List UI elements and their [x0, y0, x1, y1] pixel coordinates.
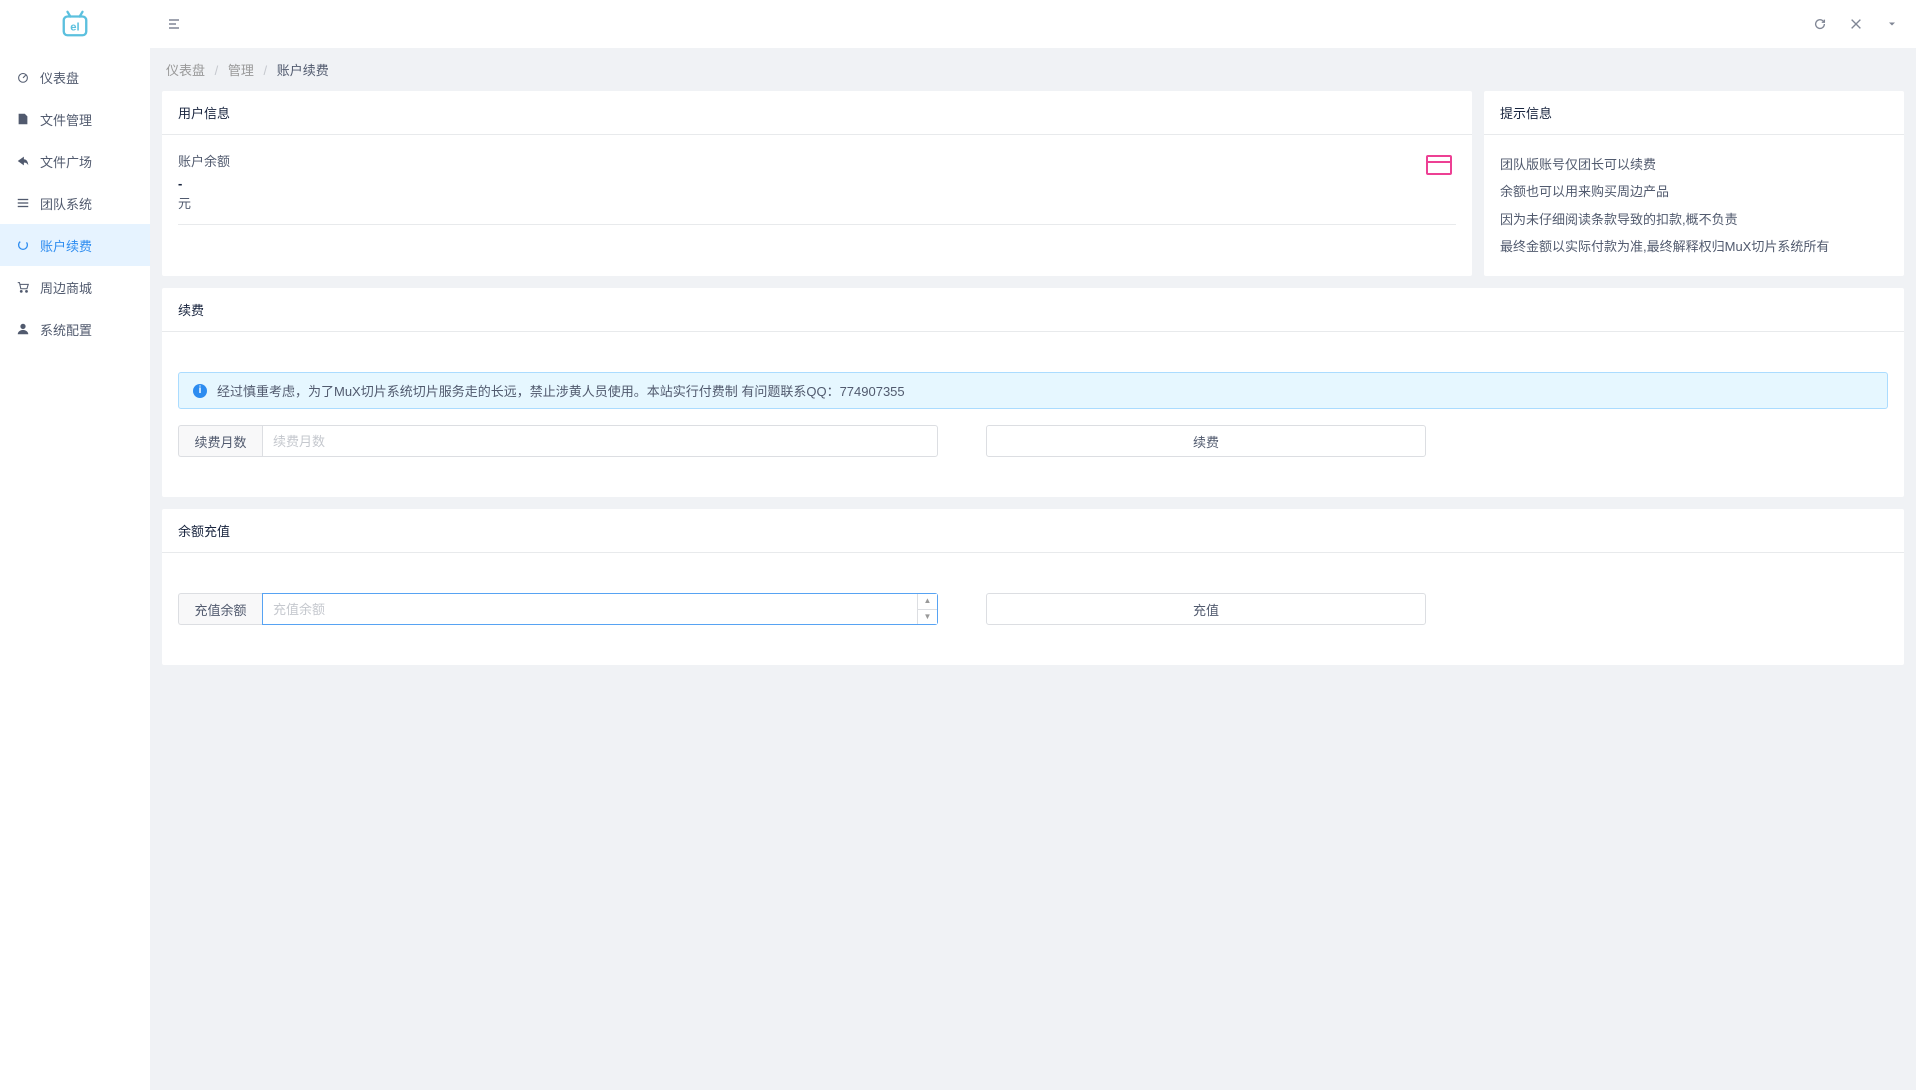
info-alert: i 经过慎重考虑，为了MuX切片系统切片服务走的长远，禁止涉黄人员使用。本站实行… — [178, 372, 1888, 409]
header — [150, 0, 1916, 48]
recharge-input-label: 充值余额 — [178, 593, 262, 625]
card-title: 提示信息 — [1484, 91, 1904, 135]
info-icon: i — [193, 384, 207, 398]
sidebar-item-settings[interactable]: 系统配置 — [0, 308, 150, 350]
card-title: 用户信息 — [162, 91, 1472, 135]
sidebar-item-files[interactable]: 文件管理 — [0, 98, 150, 140]
renew-months-input[interactable] — [262, 425, 938, 457]
sidebar-item-label: 系统配置 — [40, 320, 92, 339]
balance-value: - — [178, 176, 230, 191]
card-title: 续费 — [162, 288, 1904, 332]
refresh-button[interactable] — [1812, 16, 1828, 32]
stepper-up-button[interactable]: ▲ — [917, 594, 937, 610]
renew-card: 续费 i 经过慎重考虑，为了MuX切片系统切片服务走的长远，禁止涉黄人员使用。本… — [162, 288, 1904, 497]
breadcrumb-sep: / — [215, 63, 219, 78]
sidebar-item-renew[interactable]: 账户续费 — [0, 224, 150, 266]
sidebar-item-label: 文件广场 — [40, 152, 92, 171]
recharge-button[interactable]: 充值 — [986, 593, 1426, 625]
user-icon — [16, 322, 30, 336]
stepper-down-button[interactable]: ▼ — [917, 610, 937, 625]
tips-card: 提示信息 团队版账号仅团长可以续费 余额也可以用来购买周边产品 因为未仔细阅读条… — [1484, 91, 1904, 276]
svg-text:el: el — [70, 22, 79, 34]
renew-button[interactable]: 续费 — [986, 425, 1426, 457]
breadcrumb-mid[interactable]: 管理 — [228, 63, 254, 78]
sidebar-item-label: 团队系统 — [40, 194, 92, 213]
sidebar-item-label: 周边商城 — [40, 278, 92, 297]
logo[interactable]: el — [0, 0, 150, 48]
file-icon — [16, 112, 30, 126]
sidebar-menu: 仪表盘 文件管理 文件广场 团队系统 — [0, 48, 150, 1090]
recharge-card: 余额充值 充值余额 ▲ ▼ — [162, 509, 1904, 665]
hamburger-icon — [16, 196, 30, 210]
sidebar-item-label: 文件管理 — [40, 110, 92, 129]
card-title: 余额充值 — [162, 509, 1904, 553]
dashboard-icon — [16, 70, 30, 84]
logo-icon: el — [60, 9, 90, 39]
dropdown-button[interactable] — [1884, 16, 1900, 32]
sidebar: el 仪表盘 文件管理 文件广场 — [0, 0, 150, 1090]
cart-icon — [16, 280, 30, 294]
breadcrumb-sep: / — [264, 63, 268, 78]
user-info-card: 用户信息 账户余额 - 元 — [162, 91, 1472, 276]
sidebar-item-team[interactable]: 团队系统 — [0, 182, 150, 224]
alert-text: 经过慎重考虑，为了MuX切片系统切片服务走的长远，禁止涉黄人员使用。本站实行付费… — [217, 381, 905, 400]
breadcrumb: 仪表盘 / 管理 / 账户续费 — [162, 60, 1904, 91]
tip-item: 团队版账号仅团长可以续费 — [1500, 151, 1888, 178]
sidebar-item-square[interactable]: 文件广场 — [0, 140, 150, 182]
share-icon — [16, 154, 30, 168]
sidebar-item-label: 账户续费 — [40, 236, 92, 255]
toggle-sidebar-button[interactable] — [166, 16, 182, 32]
fullscreen-button[interactable] — [1848, 16, 1864, 32]
tip-item: 最终金额以实际付款为准,最终解释权归MuX切片系统所有 — [1500, 233, 1888, 260]
sidebar-item-shop[interactable]: 周边商城 — [0, 266, 150, 308]
recharge-amount-input[interactable] — [262, 593, 938, 625]
balance-unit: 元 — [178, 193, 230, 212]
renew-input-label: 续费月数 — [178, 425, 262, 457]
breadcrumb-root[interactable]: 仪表盘 — [166, 63, 205, 78]
sidebar-item-label: 仪表盘 — [40, 68, 79, 87]
breadcrumb-current: 账户续费 — [277, 63, 329, 78]
balance-label: 账户余额 — [178, 151, 230, 170]
spinner-icon — [16, 238, 30, 252]
tip-item: 因为未仔细阅读条款导致的扣款,概不负责 — [1500, 206, 1888, 233]
sidebar-item-dashboard[interactable]: 仪表盘 — [0, 56, 150, 98]
credit-card-icon — [1426, 155, 1452, 175]
tip-item: 余额也可以用来购买周边产品 — [1500, 178, 1888, 205]
